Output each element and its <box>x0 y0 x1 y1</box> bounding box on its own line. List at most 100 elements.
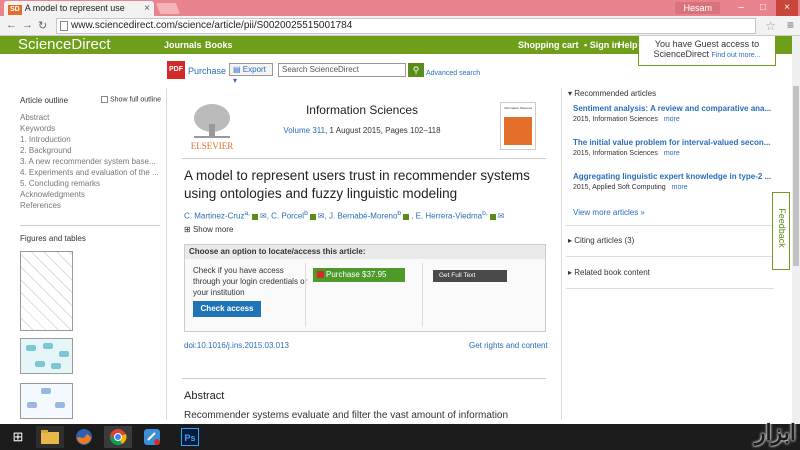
help-link[interactable]: Help <box>618 36 638 54</box>
outline-item[interactable]: 3. A new recommender system base... <box>20 156 160 167</box>
recommended-title-link[interactable]: Sentiment analysis: A review and compara… <box>573 104 771 113</box>
cover-title: Information Sciences <box>504 106 533 110</box>
export-button[interactable]: ▤ Export ▾ <box>229 63 273 85</box>
outline-item[interactable]: 2. Background <box>20 145 160 156</box>
feedback-tab[interactable]: Feedback <box>772 192 790 270</box>
start-icon[interactable]: ⊞ <box>4 426 32 448</box>
outline-item[interactable]: Keywords <box>20 123 160 134</box>
show-more-toggle[interactable]: ⊞ Show more <box>184 225 233 234</box>
show-full-outline-toggle[interactable]: Show full outline <box>101 96 161 103</box>
author-name[interactable]: J. Bernabé-Moreno <box>329 212 397 221</box>
figure-thumbnail[interactable] <box>20 338 73 374</box>
person-icon[interactable] <box>489 213 496 220</box>
close-tab-icon[interactable]: × <box>144 1 150 16</box>
cover-band <box>504 117 532 145</box>
check-access-button[interactable]: Check access <box>193 301 261 317</box>
outline-item[interactable]: Abstract <box>20 112 160 123</box>
scrollbar-thumb[interactable] <box>793 86 799 266</box>
bookmark-star-icon[interactable]: ☆ <box>765 19 776 33</box>
get-full-text-button[interactable]: Get Full Text Elsewhere <box>433 270 507 291</box>
recommended-item: The initial value problem for interval-v… <box>573 138 771 157</box>
header-divider <box>182 158 546 159</box>
outline-item[interactable]: References <box>20 200 160 211</box>
figure-thumbnail[interactable] <box>20 383 73 419</box>
recommended-title: Recommended articles <box>574 89 657 98</box>
pdf-icon[interactable]: PDF <box>167 61 185 79</box>
recommended-item: Sentiment analysis: A review and compara… <box>573 104 771 123</box>
more-link[interactable]: more <box>664 116 680 123</box>
browser-user[interactable]: Hesam <box>675 2 720 14</box>
divider <box>566 256 774 257</box>
checkbox-icon[interactable] <box>101 96 108 103</box>
outline-list: Abstract Keywords 1. Introduction 2. Bac… <box>20 112 160 211</box>
show-full-label: Show full outline <box>110 96 161 104</box>
forward-icon[interactable]: → <box>22 19 33 31</box>
chrome-icon[interactable] <box>104 426 132 448</box>
volume-link[interactable]: Volume 311 <box>283 126 325 135</box>
abstract-text: Recommender systems evaluate and filter … <box>184 410 509 421</box>
get-rights-link[interactable]: Get rights and content <box>469 341 548 350</box>
recommended-articles-toggle[interactable]: ▾ Recommended articles <box>568 89 656 98</box>
minimize-icon[interactable]: – <box>730 0 752 16</box>
close-window-icon[interactable]: × <box>776 0 798 16</box>
file-explorer-icon[interactable] <box>36 426 64 448</box>
new-tab-button[interactable] <box>155 3 181 14</box>
outline-item[interactable]: 1. Introduction <box>20 134 160 145</box>
purchase-button-label: Purchase $37.95 <box>326 270 387 279</box>
doi-link[interactable]: doi:10.1016/j.ins.2015.03.013 <box>184 341 289 350</box>
mail-icon[interactable]: ✉ <box>318 212 325 221</box>
outline-item[interactable]: 4. Experiments and evaluation of the ... <box>20 167 160 178</box>
related-book-content-toggle[interactable]: ▸ Related book content <box>568 268 650 277</box>
divider <box>566 225 774 226</box>
divider <box>422 263 423 327</box>
page-scrollbar[interactable] <box>792 36 800 424</box>
author-name[interactable]: C. Porcel <box>271 212 304 221</box>
outline-item[interactable]: 5. Concluding remarks <box>20 178 160 189</box>
journal-cover[interactable]: Information Sciences <box>500 102 536 150</box>
maximize-icon[interactable]: □ <box>752 0 774 16</box>
back-icon[interactable]: ← <box>6 19 17 31</box>
figure-thumbnail[interactable] <box>20 251 73 331</box>
browser-tab[interactable]: SD A model to represent use × <box>4 1 154 16</box>
purchase-link[interactable]: Purchase <box>188 66 226 76</box>
view-more-articles-link[interactable]: View more articles » <box>573 208 645 217</box>
person-icon[interactable] <box>403 213 410 220</box>
sign-in-link[interactable]: ▪ Sign in <box>584 36 620 54</box>
more-link[interactable]: more <box>664 150 680 157</box>
purchase-button[interactable]: Purchase $37.95 <box>313 268 405 282</box>
firefox-icon[interactable] <box>70 426 98 448</box>
sciencedirect-logo[interactable]: ScienceDirect <box>18 36 111 54</box>
citing-articles-toggle[interactable]: ▸ Citing articles (3) <box>568 236 634 245</box>
person-icon[interactable] <box>309 213 316 220</box>
reload-icon[interactable]: ↻ <box>38 19 47 32</box>
shopping-cart-link[interactable]: Shopping cart <box>518 36 579 54</box>
advanced-search-link[interactable]: Advanced search <box>426 70 480 77</box>
guest-line2: ScienceDirect <box>653 49 709 59</box>
mail-icon[interactable]: ✉ <box>498 212 505 221</box>
outline-item[interactable]: Acknowledgments <box>20 189 160 200</box>
author-name[interactable]: C. Martinez-Cruz <box>184 212 244 221</box>
recommended-title-link[interactable]: Aggregating linguistic expert knowledge … <box>573 172 771 181</box>
browser-menu-icon[interactable]: ≡ <box>787 18 794 32</box>
show-more-label: Show more <box>192 225 234 234</box>
more-link[interactable]: more <box>672 184 688 191</box>
author-name[interactable]: E. Herrera-Viedma <box>416 212 483 221</box>
journal-name[interactable]: Information Sciences <box>252 103 472 117</box>
recommended-item: Aggregating linguistic expert knowledge … <box>573 172 771 191</box>
access-options-heading: Choose an option to locate/access this a… <box>185 245 545 259</box>
find-out-more-link[interactable]: Find out more... <box>712 52 761 59</box>
recommended-title-link[interactable]: The initial value problem for interval-v… <box>573 138 771 147</box>
search-icon: ⚲ <box>412 65 420 75</box>
divider <box>305 263 306 327</box>
search-button[interactable]: ⚲ <box>408 63 424 77</box>
url-input[interactable]: www.sciencedirect.com/science/article/pi… <box>56 18 756 34</box>
triangle-right-icon: ▸ <box>568 236 573 245</box>
export-label: Export <box>242 65 266 74</box>
nav-books[interactable]: Books <box>205 36 233 54</box>
mail-icon[interactable]: ✉ <box>260 212 267 221</box>
app-tool-icon[interactable] <box>138 426 166 448</box>
search-input[interactable]: Search ScienceDirect <box>278 63 406 77</box>
person-icon[interactable] <box>252 213 259 220</box>
photoshop-icon[interactable]: Ps <box>176 426 204 448</box>
nav-journals[interactable]: Journals <box>164 36 202 54</box>
